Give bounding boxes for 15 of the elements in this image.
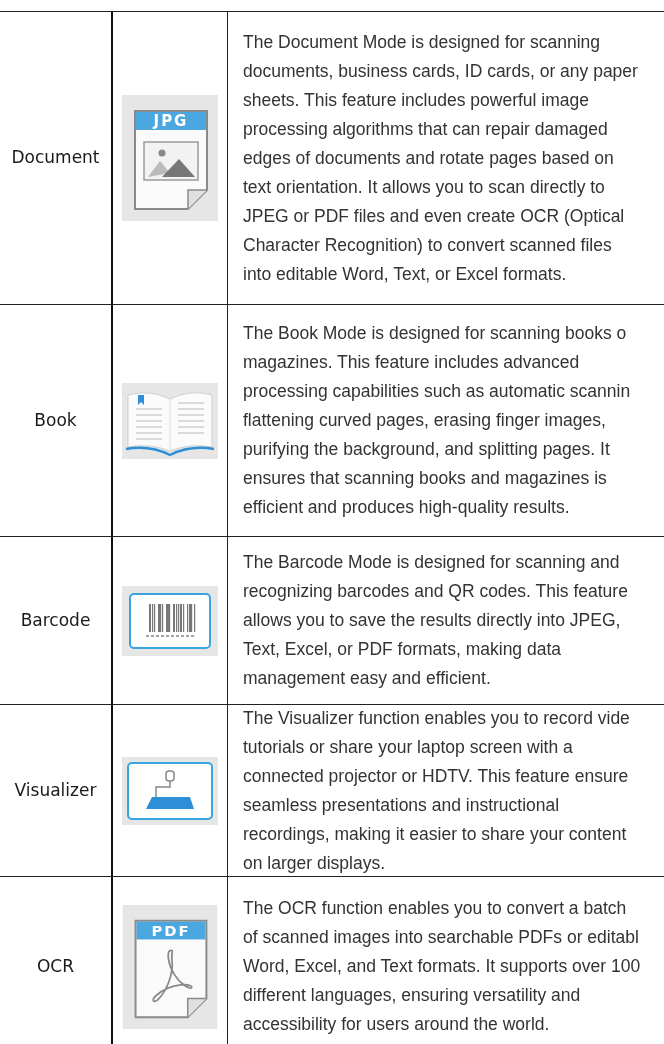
barcode-icon bbox=[122, 585, 218, 656]
mode-name: OCR bbox=[36, 954, 75, 978]
mode-description: The Document Mode is designed for scanning documents, business cards, ID cards, or any paper sheets. This feature includes powerful image processing algorithms that can repair damaged edges of documents and rotate pages based on text orientation. It allows you to scan directly to JPEG or PDF files and even create OCR (Optical Character Recognition) to convert scanned files into editable Word, Text, or Excel formats. bbox=[243, 30, 638, 286]
mode-description: The Book Mode is designed for scanning books o magazines. This feature includes advanced processing capabilities such as automatic scannin flattening curved pages, erasing finger images, purifying the background, and splitting pages. It ensures that scanning books and magazines is efficient and produces high-quality results. bbox=[243, 322, 631, 519]
open-book-icon bbox=[122, 382, 218, 459]
mode-description: The OCR function enables you to convert a batch of scanned images into searchable PDFs or editabl Word, Excel, and Text formats. It supports over 100 different languages, ensuring versatility and accessibility for users around the world. bbox=[243, 897, 641, 1036]
mode-description: The Visualizer function enables you to record vide tutorials or share your laptop screen with a connected projector or HDTV. This feature ensure seamless presentations and instructional recordings, making it easier to share your content on larger displays. bbox=[243, 706, 630, 875]
mode-name: Document bbox=[11, 146, 100, 170]
mode-name: Book bbox=[34, 408, 77, 432]
mode-name: Visualizer bbox=[14, 778, 97, 802]
pdf-file-icon: PDF bbox=[122, 904, 218, 1029]
image-file-icon: JPG bbox=[122, 95, 218, 221]
mode-description: The Barcode Mode is designed for scanning and recognizing barcodes and QR codes. This feature allows you to save the results directly into JPEG, Text, Excel, or PDF formats, making data management easy and efficient. bbox=[243, 551, 628, 690]
document-camera-icon bbox=[122, 756, 218, 825]
mode-name: Barcode bbox=[20, 608, 91, 632]
